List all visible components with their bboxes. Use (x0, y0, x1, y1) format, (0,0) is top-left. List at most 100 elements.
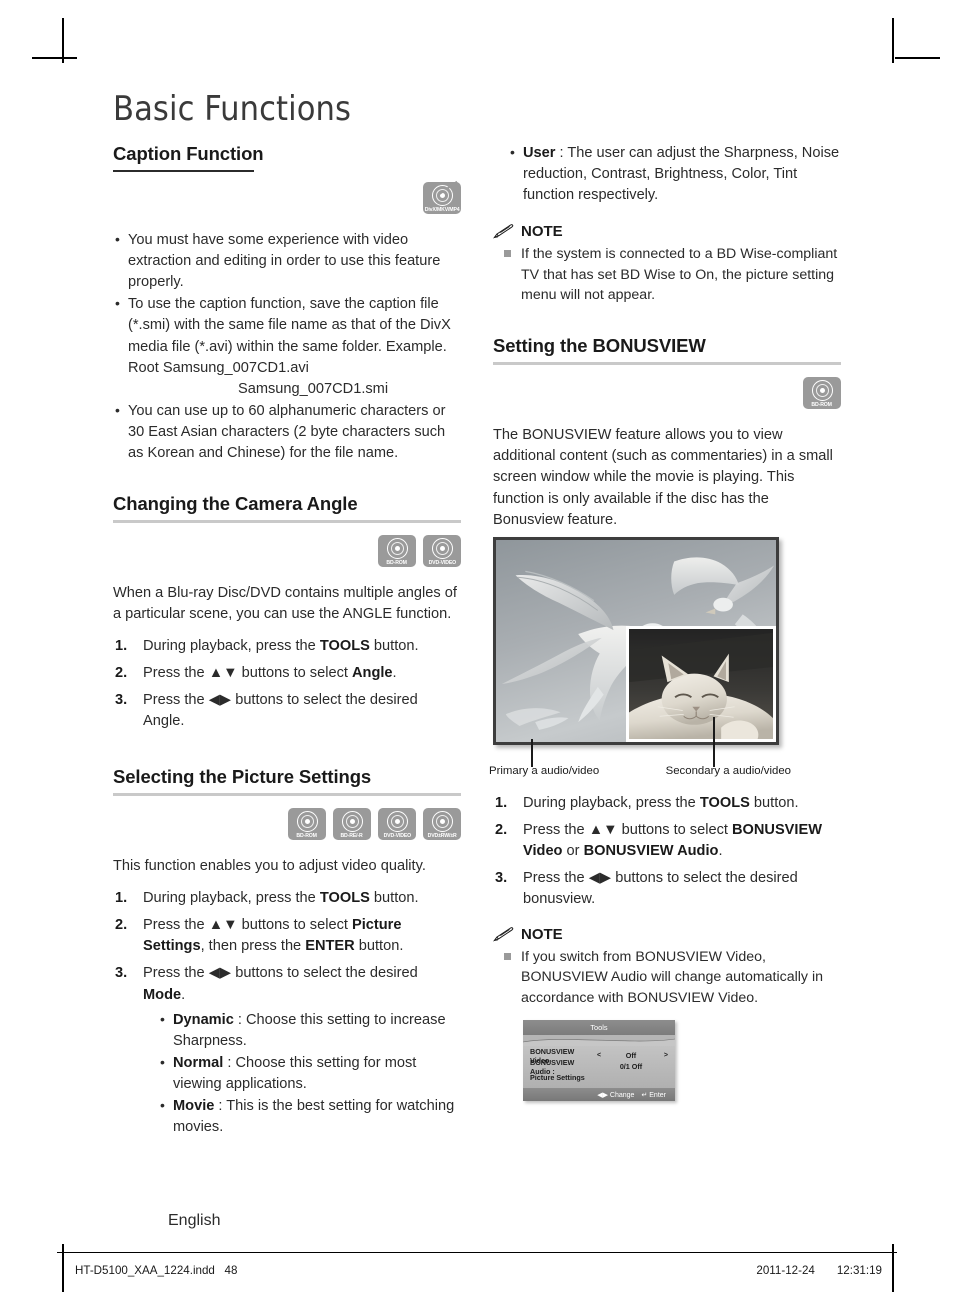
step-item: 3. Press the ◀▶ buttons to select the des… (113, 690, 461, 732)
disc-badge-dvd-video: DVD-VIDEO (423, 534, 461, 567)
right-column: User : The user can adjust the Sharpness… (489, 142, 841, 1145)
step-number: 2. (115, 917, 128, 934)
mode-name: Movie (173, 1098, 215, 1115)
step-number: 2. (115, 665, 128, 682)
osd-row-picture-settings[interactable]: Picture Settings (530, 1072, 668, 1083)
picture-steps: 1. During playback, press the TOOLS butto… (113, 888, 461, 1139)
step-bold: TOOLS (319, 637, 370, 654)
disc-badge-bd-rom: BD-ROM (803, 377, 841, 410)
step-text: Press the ▲▼ buttons to select (143, 917, 352, 934)
disc-icon (431, 537, 453, 559)
disc-badge-label: BD-ROM (386, 559, 408, 566)
step-text: Press the ◀▶ buttons to select the desir… (143, 965, 418, 982)
step-bold-2: BONUSVIEW Audio (583, 843, 719, 860)
caption-badges: DivX/MKV/MP4 (113, 181, 461, 214)
disc-badge-label: BD-ROM (296, 832, 318, 839)
osd-footer-hints: ◀▶ Change ↵ Enter (523, 1088, 675, 1102)
step-number: 3. (495, 870, 508, 887)
secondary-video-photo (626, 625, 776, 742)
list-item: User : The user can adjust the Sharpness… (493, 142, 841, 206)
figure-captions: Primary a audio/video Secondary a audio/… (489, 765, 791, 777)
osd-row-value: 0/1 Off (619, 1062, 643, 1072)
caption-bullet-list: You must have some experience with video… (113, 229, 461, 465)
note-label: NOTE (521, 223, 563, 241)
osd-row-bonusview-audio[interactable]: BONUSVIEW Audio : 0/1 Off (530, 1058, 668, 1076)
disc-badge-label: BD-RE/-R (340, 832, 364, 839)
footer-page-number: 48 (224, 1264, 238, 1277)
note-header: NOTE (493, 926, 841, 943)
mode-desc: : The user can adjust the Sharpness, Noi… (523, 144, 840, 203)
camera-angle-heading: Changing the Camera Angle (113, 492, 358, 514)
osd-left-arrow-icon[interactable]: < (594, 1052, 604, 1059)
footer-file-info: HT-D5100_XAA_1224.indd 48 (75, 1264, 237, 1277)
heading-rule (493, 362, 841, 366)
step-bold: TOOLS (699, 794, 750, 811)
step-text: During playback, press the (143, 889, 320, 906)
step-number: 1. (495, 794, 508, 811)
two-column-layout: Caption Function DivX/MKV/MP4 You must h… (113, 142, 841, 1145)
crop-mark-top-right (892, 18, 894, 63)
osd-right-arrow-icon[interactable]: > (658, 1052, 668, 1059)
bullet-text: You must have some experience with video… (128, 231, 441, 291)
primary-video-photo (493, 536, 779, 745)
sleeping-cat-illustration (629, 628, 773, 739)
step-bold-2: ENTER (305, 938, 355, 955)
language-label: English (168, 1212, 221, 1229)
step-bold: Mode (143, 986, 182, 1003)
manual-page: Basic Functions Caption Function DivX/MK… (0, 0, 954, 1307)
bullet-indent-line: Samsung_007CD1.smi (238, 380, 389, 397)
crop-mark-top-right-h (895, 57, 940, 59)
disc-badge-label: BD-ROM (811, 402, 833, 408)
list-item: If you switch from BONUSVIEW Video, BONU… (493, 947, 841, 1009)
step-text-post: button. (369, 889, 419, 906)
picture-settings-heading: Selecting the Picture Settings (113, 765, 372, 787)
list-item: Normal : Choose this setting for most vi… (143, 1052, 461, 1095)
disc-badge-dvd-video: DVD-VIDEO (378, 807, 416, 840)
angle-badges: BD-ROM DVD-VIDEO (113, 534, 461, 567)
step-text: During playback, press the (143, 637, 320, 654)
step-text: Press the ▲▼ buttons to select (523, 822, 732, 838)
angle-intro: When a Blu-ray Disc/DVD contains multipl… (113, 584, 457, 622)
secondary-leader-line (713, 716, 715, 767)
step-item: 3. Press the ◀▶ buttons to select the des… (113, 963, 461, 1138)
disc-icon (296, 810, 318, 832)
note-list: If you switch from BONUSVIEW Video, BONU… (493, 947, 841, 1009)
bullet-text: You can use up to 60 alphanumeric charac… (128, 403, 446, 462)
note-label: NOTE (521, 925, 563, 943)
heading-rule (113, 169, 254, 172)
pencil-icon (493, 926, 514, 942)
step-text: Press the ◀▶ buttons to select the desir… (143, 692, 418, 709)
pencil-icon (493, 224, 514, 239)
osd-wave-divider (523, 1035, 675, 1047)
note-text: If you switch from BONUSVIEW Video, BONU… (521, 948, 824, 1006)
step-item: 1. During playback, press the TOOLS butto… (113, 636, 461, 657)
footer-divider (57, 1252, 897, 1253)
secondary-caption: Secondary a audio/video (665, 764, 791, 777)
step-text-post-2: button. (354, 938, 404, 955)
heading-rule (113, 519, 461, 523)
bonusview-badges: BD-ROM (493, 377, 841, 410)
disc-badge-label: DVD-VIDEO (428, 559, 456, 566)
crop-mark-bottom-left (62, 1244, 64, 1292)
step-item: 1. During playback, press the TOOLS butto… (113, 888, 461, 909)
disc-icon (341, 810, 363, 832)
bonusview-figure: Primary a audio/video Secondary a audio/… (489, 536, 841, 777)
step-number: 3. (115, 965, 128, 982)
osd-row-value: Off (625, 1051, 637, 1061)
bonusview-heading: Setting the BONUSVIEW (493, 334, 706, 356)
picture-mode-list: Dynamic : Choose this setting to increas… (143, 1009, 461, 1139)
disc-badge-bd-rom: BD-ROM (288, 807, 326, 840)
primary-leader-line (531, 738, 533, 767)
mode-name: Normal (173, 1054, 224, 1071)
step-text: Press the ◀▶ buttons to select the desir… (523, 870, 798, 908)
disc-icon (431, 184, 453, 206)
primary-caption: Primary a audio/video (489, 764, 600, 777)
picture-badges: BD-ROM BD-RE/-R DVD-VIDEO DVD±RW/±R (113, 807, 461, 840)
crop-mark-bottom-right (892, 1244, 894, 1292)
mode-desc: : This is the best setting for watching … (173, 1098, 455, 1136)
osd-enter-hint: ↵ Enter (641, 1091, 666, 1099)
page-content: Basic Functions Caption Function DivX/MK… (113, 91, 841, 1145)
disc-icon (386, 810, 408, 832)
footer-timestamp: 2011-12-24 12:31:19 (756, 1264, 882, 1277)
disc-badge-label: DVD-VIDEO (383, 832, 411, 839)
